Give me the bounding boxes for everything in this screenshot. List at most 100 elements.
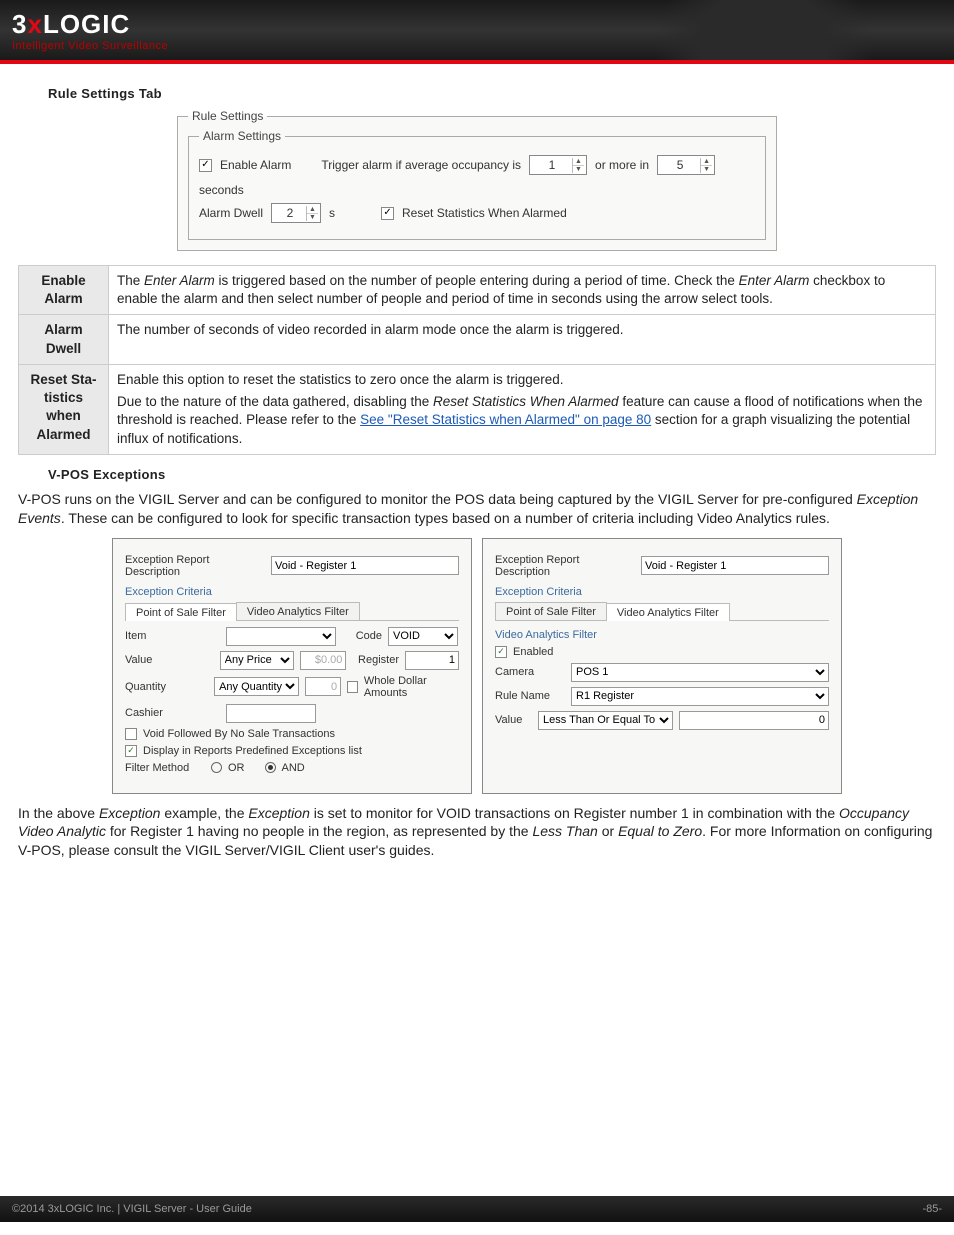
logo-text-logic: LOGIC <box>43 9 130 39</box>
value-select[interactable]: Any Price <box>220 651 295 670</box>
item-select[interactable] <box>226 627 336 646</box>
page-footer: ©2014 3xLOGIC Inc. | VIGIL Server - User… <box>0 1196 954 1222</box>
seconds-value: 5 <box>660 158 700 172</box>
camera-select[interactable]: POS 1 <box>571 663 829 682</box>
term-alarm-dwell: Alarm Dwell <box>19 315 109 364</box>
enable-alarm-label: Enable Alarm <box>220 158 291 172</box>
item-label: Item <box>125 630 220 642</box>
down-arrow-icon[interactable]: ▼ <box>701 166 712 173</box>
logo-text-x: x <box>27 9 42 39</box>
tab-pos-filter[interactable]: Point of Sale Filter <box>495 602 607 620</box>
code-select[interactable]: VOID <box>388 627 458 646</box>
rule-settings-legend: Rule Settings <box>188 109 267 123</box>
alarm-dwell-label: Alarm Dwell <box>199 206 263 220</box>
value-label: Value <box>125 654 214 666</box>
reset-stats-label: Reset Statistics When Alarmed <box>402 206 567 220</box>
rule-settings-figure: Rule Settings Alarm Settings Enable Alar… <box>177 109 777 251</box>
vaf-enabled-label: Enabled <box>513 646 553 658</box>
up-arrow-icon[interactable]: ▲ <box>307 206 318 214</box>
section-vpos-title: V-POS Exceptions <box>48 467 936 482</box>
criteria-title: Exception Criteria <box>125 586 459 598</box>
section-rule-settings-title: Rule Settings Tab <box>48 86 936 101</box>
display-reports-checkbox[interactable] <box>125 745 137 757</box>
trigger-text-a: Trigger alarm if average occupancy is <box>321 158 521 172</box>
up-arrow-icon[interactable]: ▲ <box>573 158 584 166</box>
register-label: Register <box>352 654 399 666</box>
vaf-enabled-checkbox[interactable] <box>495 646 507 658</box>
vaf-subtitle: Video Analytics Filter <box>495 629 829 641</box>
desc-input[interactable] <box>641 556 829 575</box>
criteria-title: Exception Criteria <box>495 586 829 598</box>
logo-tagline: Intelligent Video Surveillance <box>12 40 168 52</box>
qty-input[interactable] <box>305 677 341 696</box>
void-followed-checkbox[interactable] <box>125 728 137 740</box>
definitions-table: Enable Alarm The Enter Alarm is triggere… <box>18 265 936 455</box>
dwell-value: 2 <box>274 206 306 220</box>
up-arrow-icon[interactable]: ▲ <box>701 158 712 166</box>
enable-alarm-checkbox[interactable] <box>199 159 212 172</box>
value-amount[interactable] <box>300 651 346 670</box>
down-arrow-icon[interactable]: ▼ <box>573 166 584 173</box>
code-label: Code <box>342 630 382 642</box>
rule-select[interactable]: R1 Register <box>571 687 829 706</box>
vpos-intro: V-POS runs on the VIGIL Server and can b… <box>18 490 936 528</box>
vaf-value-label: Value <box>495 714 532 726</box>
or-label: OR <box>228 762 245 774</box>
term-reset-stats: Reset Sta- tistics when Alarmed <box>19 364 109 454</box>
reset-stats-link[interactable]: See "Reset Statistics when Alarmed" on p… <box>360 412 651 427</box>
desc-label: Exception Report Description <box>125 554 265 578</box>
footer-right: -85- <box>922 1203 942 1215</box>
logo-text-3: 3 <box>12 9 27 39</box>
footer-left: ©2014 3xLOGIC Inc. | VIGIL Server - User… <box>12 1203 252 1215</box>
radio-or[interactable] <box>211 762 222 773</box>
alarm-settings-legend: Alarm Settings <box>199 129 285 143</box>
reset-stats-checkbox[interactable] <box>381 207 394 220</box>
trigger-text-c: seconds <box>199 183 244 197</box>
tab-pos-filter[interactable]: Point of Sale Filter <box>125 603 237 621</box>
footer-spacer <box>0 876 954 1196</box>
vpos-panel-va-filter: Exception Report Description Exception C… <box>482 538 842 794</box>
camera-label: Camera <box>495 666 565 678</box>
rule-settings-fieldset: Rule Settings Alarm Settings Enable Alar… <box>177 109 777 251</box>
vaf-value-select[interactable]: Less Than Or Equal To <box>538 711 673 730</box>
dwell-unit: s <box>329 206 335 220</box>
vaf-value-input[interactable] <box>679 711 829 730</box>
tabs: Point of Sale Filter Video Analytics Fil… <box>125 602 459 621</box>
page-content: Rule Settings Tab Rule Settings Alarm Se… <box>0 64 954 876</box>
cashier-input[interactable] <box>226 704 316 723</box>
register-input[interactable] <box>405 651 459 670</box>
desc-input[interactable] <box>271 556 459 575</box>
tabs: Point of Sale Filter Video Analytics Fil… <box>495 602 829 621</box>
tab-va-filter[interactable]: Video Analytics Filter <box>236 602 360 620</box>
display-reports-label: Display in Reports Predefined Exceptions… <box>143 745 362 757</box>
void-followed-label: Void Followed By No Sale Transactions <box>143 728 335 740</box>
vpos-outro: In the above Exception example, the Exce… <box>18 804 936 861</box>
logo: 3xLOGIC Intelligent Video Surveillance <box>12 9 168 52</box>
qty-label: Quantity <box>125 681 208 693</box>
desc-alarm-dwell: The number of seconds of video recorded … <box>109 315 936 364</box>
tab-va-filter[interactable]: Video Analytics Filter <box>606 603 730 621</box>
filter-method-label: Filter Method <box>125 762 205 774</box>
rule-label: Rule Name <box>495 690 565 702</box>
desc-label: Exception Report Description <box>495 554 635 578</box>
occupancy-value: 1 <box>532 158 572 172</box>
vpos-panels: Exception Report Description Exception C… <box>18 538 936 794</box>
logo-main: 3xLOGIC <box>12 9 168 40</box>
radio-and[interactable] <box>265 762 276 773</box>
desc-enable-alarm: The Enter Alarm is triggered based on th… <box>109 266 936 315</box>
alarm-settings-fieldset: Alarm Settings Enable Alarm Trigger alar… <box>188 129 766 240</box>
whole-dollar-checkbox[interactable] <box>347 681 358 693</box>
qty-select[interactable]: Any Quantity <box>214 677 299 696</box>
whole-dollar-label: Whole Dollar Amounts <box>364 675 459 699</box>
page-header: 3xLOGIC Intelligent Video Surveillance <box>0 0 954 60</box>
and-label: AND <box>282 762 305 774</box>
cashier-label: Cashier <box>125 707 220 719</box>
seconds-spinner[interactable]: 5▲▼ <box>657 155 715 175</box>
down-arrow-icon[interactable]: ▼ <box>307 214 318 221</box>
trigger-text-b: or more in <box>595 158 649 172</box>
desc-reset-stats: Enable this option to reset the statisti… <box>109 364 936 454</box>
dwell-spinner[interactable]: 2▲▼ <box>271 203 321 223</box>
vpos-panel-pos-filter: Exception Report Description Exception C… <box>112 538 472 794</box>
term-enable-alarm: Enable Alarm <box>19 266 109 315</box>
occupancy-spinner[interactable]: 1▲▼ <box>529 155 587 175</box>
